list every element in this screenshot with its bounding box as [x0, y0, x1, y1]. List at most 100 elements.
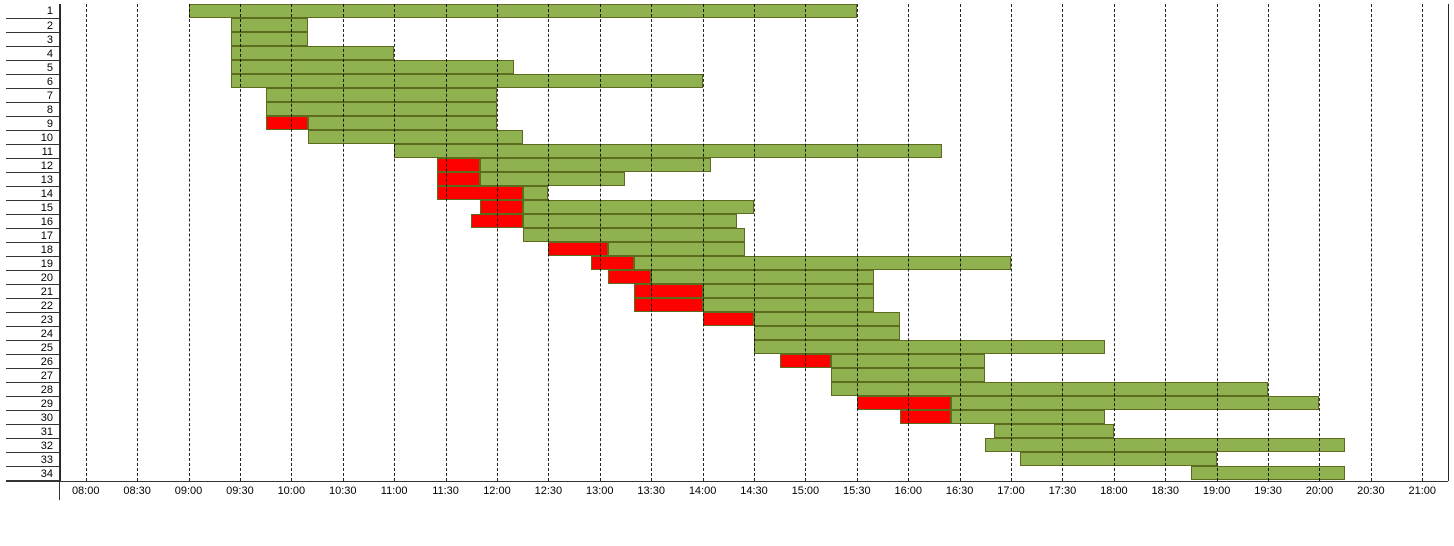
gantt-row [60, 256, 1448, 270]
row-label: 33 [6, 452, 59, 466]
gantt-row [60, 312, 1448, 326]
delay-bar [857, 396, 951, 410]
task-bar [231, 60, 514, 74]
row-label: 25 [6, 340, 59, 354]
x-tick: 20:30 [1357, 485, 1385, 497]
task-bar [651, 270, 874, 284]
gantt-row [60, 284, 1448, 298]
x-tick: 19:00 [1203, 485, 1231, 497]
x-tick: 14:30 [740, 485, 768, 497]
gantt-row [60, 438, 1448, 452]
task-bar [480, 172, 626, 186]
gantt-row [60, 200, 1448, 214]
gantt-row [60, 130, 1448, 144]
x-tick: 19:30 [1254, 485, 1282, 497]
gantt-row [60, 382, 1448, 396]
row-label: 32 [6, 438, 59, 452]
delay-bar [437, 186, 523, 200]
delay-bar [437, 172, 480, 186]
gantt-row [60, 410, 1448, 424]
row-label: 6 [6, 74, 59, 88]
delay-bar [900, 410, 951, 424]
gantt-row [60, 340, 1448, 354]
gantt-row [60, 452, 1448, 466]
task-bar [231, 18, 308, 32]
gantt-row [60, 186, 1448, 200]
gantt-row [60, 424, 1448, 438]
x-tick: 16:30 [946, 485, 974, 497]
row-label: 4 [6, 46, 59, 60]
row-label: 34 [6, 466, 59, 480]
gantt-row [60, 32, 1448, 46]
task-bar [634, 256, 1011, 270]
gantt-row [60, 74, 1448, 88]
delay-bar [634, 298, 703, 312]
row-label: 16 [6, 214, 59, 228]
x-tick: 18:30 [1151, 485, 1179, 497]
x-tick: 11:30 [432, 485, 459, 497]
row-label: 20 [6, 270, 59, 284]
gantt-row [60, 354, 1448, 368]
task-bar [754, 340, 1105, 354]
row-label: 24 [6, 326, 59, 340]
task-bar [231, 32, 308, 46]
row-label: 27 [6, 368, 59, 382]
task-bar [231, 46, 394, 60]
row-label: 5 [6, 60, 59, 74]
x-tick: 15:30 [843, 485, 871, 497]
gantt-row [60, 214, 1448, 228]
gantt-row [60, 116, 1448, 130]
gantt-row [60, 242, 1448, 256]
task-bar [703, 284, 874, 298]
task-bar [266, 88, 497, 102]
task-bar [985, 438, 1345, 452]
task-bar [994, 424, 1114, 438]
row-label: 14 [6, 186, 59, 200]
gantt-row [60, 466, 1448, 480]
x-tick: 12:00 [483, 485, 511, 497]
x-tick: 08:30 [123, 485, 151, 497]
x-tick: 11:00 [381, 485, 408, 497]
delay-bar [266, 116, 309, 130]
gantt-row [60, 158, 1448, 172]
gantt-row [60, 326, 1448, 340]
task-bar [189, 4, 857, 18]
row-label: 7 [6, 88, 59, 102]
x-tick: 10:30 [329, 485, 357, 497]
x-tick: 13:00 [586, 485, 614, 497]
task-bar [703, 298, 874, 312]
row-label: 11 [6, 144, 59, 158]
task-bar [754, 312, 900, 326]
x-tick: 13:30 [637, 485, 665, 497]
task-bar [394, 144, 942, 158]
task-bar [754, 326, 900, 340]
task-bar [231, 74, 702, 88]
task-bar [523, 214, 737, 228]
task-bar [523, 186, 549, 200]
plot-area [60, 4, 1448, 481]
row-label: 13 [6, 172, 59, 186]
delay-bar [437, 158, 480, 172]
gantt-row [60, 270, 1448, 284]
gantt-row [60, 172, 1448, 186]
task-bar [308, 116, 496, 130]
delay-bar [471, 214, 522, 228]
row-label: 26 [6, 354, 59, 368]
x-tick: 16:00 [894, 485, 922, 497]
x-tick: 17:30 [1049, 485, 1077, 497]
task-bar [951, 410, 1105, 424]
delay-bar [608, 270, 651, 284]
gantt-row [60, 228, 1448, 242]
row-label: 19 [6, 256, 59, 270]
task-bar [608, 242, 745, 256]
row-label: 28 [6, 382, 59, 396]
row-label: 12 [6, 158, 59, 172]
x-tick: 10:00 [278, 485, 306, 497]
row-label: 22 [6, 298, 59, 312]
task-bar [831, 368, 985, 382]
task-bar [1020, 452, 1217, 466]
row-label: 17 [6, 228, 59, 242]
row-label: 15 [6, 200, 59, 214]
row-label: 9 [6, 116, 59, 130]
task-bar [523, 228, 746, 242]
